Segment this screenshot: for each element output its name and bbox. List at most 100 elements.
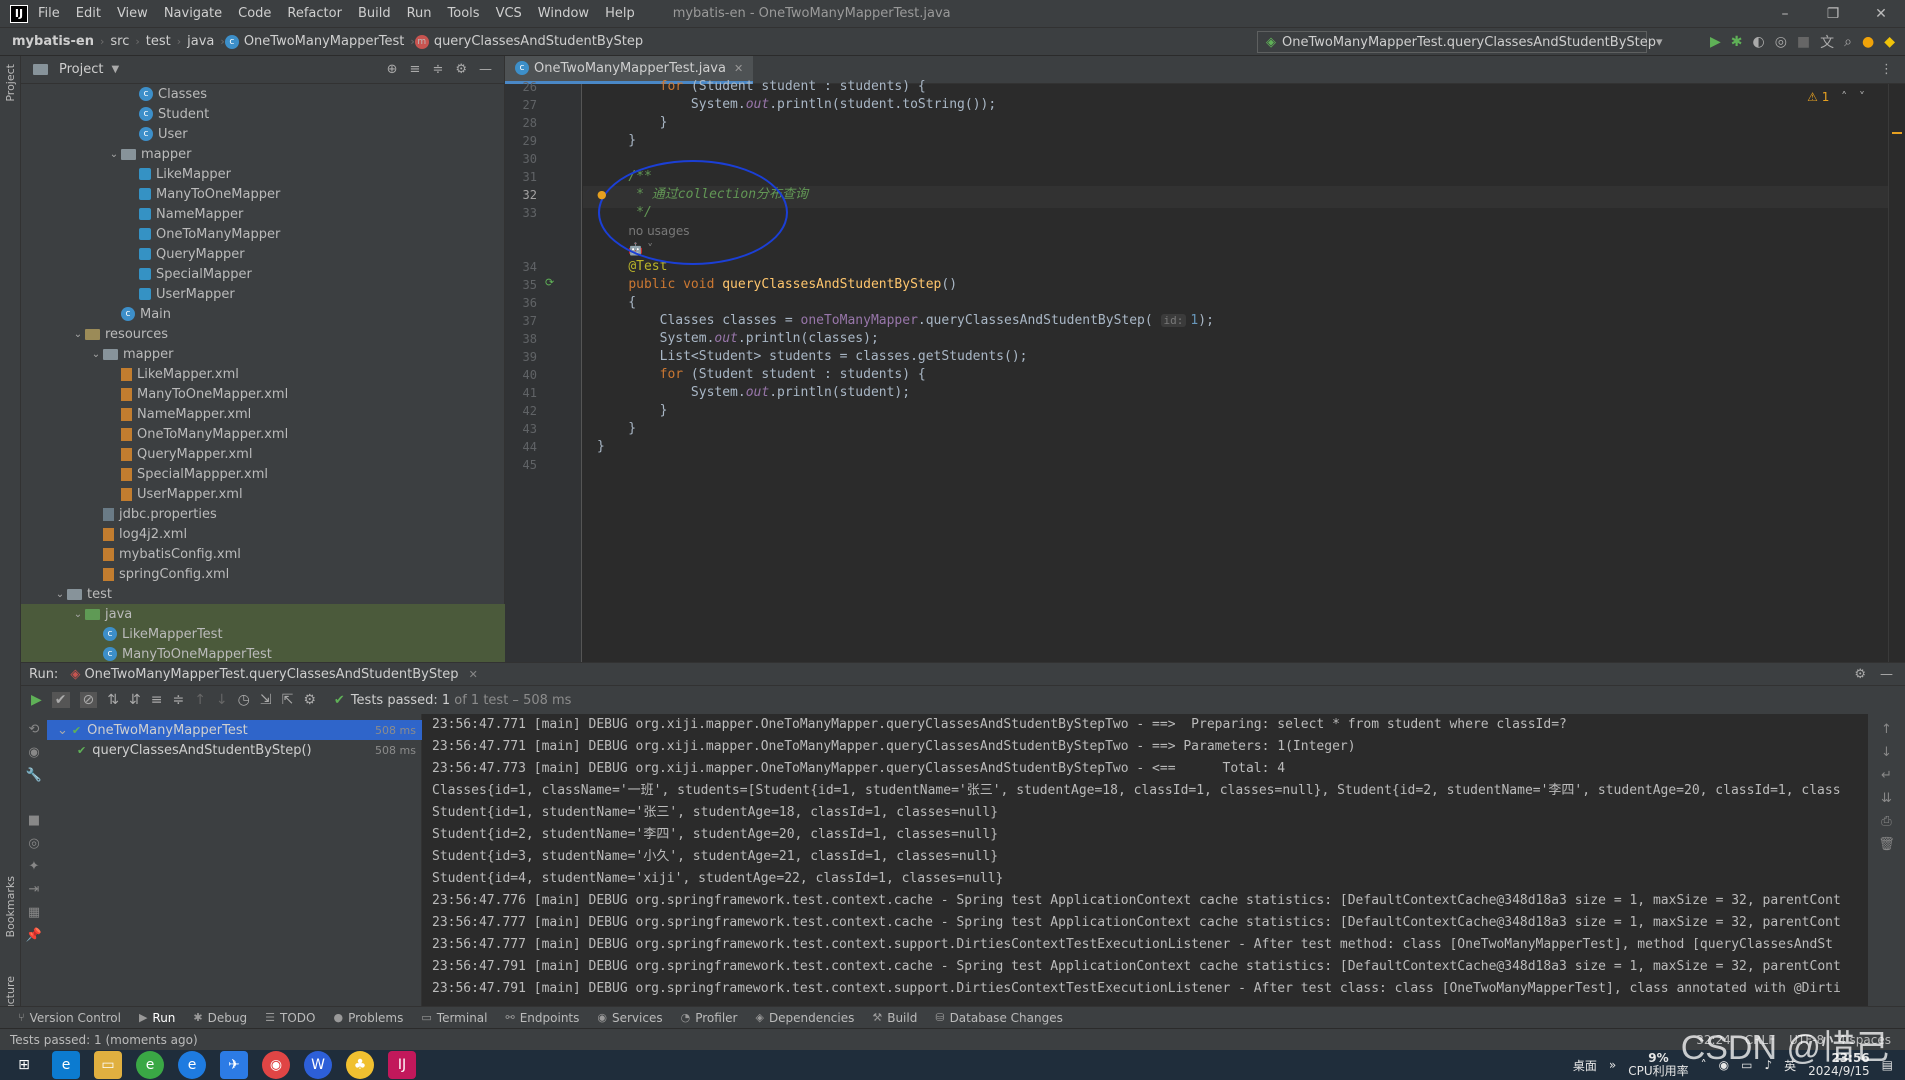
project-tree-item[interactable]: LikeMapper.xml: [21, 364, 505, 384]
layout-icon[interactable]: ▦: [21, 905, 47, 920]
run-configuration-select[interactable]: ◈ OneTwoManyMapperTest.queryClassesAndSt…: [1257, 31, 1663, 53]
scroll-to-end-icon[interactable]: ⇊: [1868, 791, 1905, 806]
project-panel-title[interactable]: Project: [59, 62, 103, 77]
debug-icon[interactable]: ✱: [1731, 34, 1743, 50]
project-tree-item[interactable]: OneToManyMapper.xml: [21, 424, 505, 444]
menu-view[interactable]: View: [117, 6, 148, 21]
test-result-item[interactable]: ✔ queryClassesAndStudentByStep() 508 ms: [47, 740, 422, 760]
exit-icon[interactable]: ⇥: [21, 882, 47, 897]
show-ignored-icon[interactable]: ⊘: [79, 692, 98, 708]
hide-icon[interactable]: —: [479, 62, 492, 77]
stop-icon[interactable]: ■: [1797, 34, 1810, 50]
project-stripe-button[interactable]: Project: [4, 64, 17, 102]
collapse-all-icon[interactable]: ≑: [172, 692, 184, 708]
stop-icon[interactable]: ■: [21, 813, 47, 828]
project-tree-item[interactable]: c User: [21, 124, 505, 144]
project-tree-item[interactable]: LikeMapper: [21, 164, 505, 184]
warning-marker[interactable]: [1892, 132, 1902, 134]
sort-alpha-icon[interactable]: ⇅: [107, 692, 119, 708]
tool-window-database-changes[interactable]: ⛁ Database Changes: [935, 1011, 1063, 1025]
browser-green-icon[interactable]: e: [136, 1051, 164, 1079]
show-passed-icon[interactable]: ✔: [51, 692, 70, 708]
tool-window-build[interactable]: ⚒ Build: [872, 1011, 917, 1025]
close-tab-icon[interactable]: ✕: [469, 668, 478, 681]
tool-window-problems[interactable]: ● Problems: [333, 1011, 403, 1025]
project-tree-item[interactable]: c Student: [21, 104, 505, 124]
print-icon[interactable]: ⎙: [1868, 814, 1905, 829]
test-result-item[interactable]: ⌄ ✔ OneTwoManyMapperTest 508 ms: [47, 720, 422, 740]
toggle-icon[interactable]: ⟲: [21, 722, 47, 737]
editor-scrollbar[interactable]: [1888, 84, 1905, 662]
chevron-down-icon[interactable]: ⌄: [107, 149, 121, 160]
trash-icon[interactable]: 🗑: [1868, 837, 1905, 852]
chevron-down-icon[interactable]: ⌄: [53, 589, 67, 600]
history-icon[interactable]: ◷: [238, 692, 250, 708]
project-tree-item[interactable]: ⌄ mapper: [21, 344, 505, 364]
intellij-taskbar-icon[interactable]: IJ: [388, 1051, 416, 1079]
project-tree-item[interactable]: SpecialMapper: [21, 264, 505, 284]
run-tab[interactable]: ◈ OneTwoManyMapperTest.queryClassesAndSt…: [70, 667, 478, 682]
menu-edit[interactable]: Edit: [76, 6, 101, 21]
bookmarks-stripe-button[interactable]: Bookmarks: [4, 876, 17, 937]
run-test-gutter-icon[interactable]: ⟳: [545, 276, 554, 289]
menu-build[interactable]: Build: [358, 6, 391, 21]
wps-icon[interactable]: W: [304, 1051, 332, 1079]
project-tree-item[interactable]: ManyToOneMapper.xml: [21, 384, 505, 404]
menu-run[interactable]: Run: [407, 6, 432, 21]
chevron-up-icon[interactable]: ˄: [1841, 90, 1847, 104]
code-line[interactable]: public void queryClassesAndStudentByStep…: [583, 276, 957, 298]
minimize-icon[interactable]: –: [1761, 6, 1809, 22]
menu-tools[interactable]: Tools: [448, 6, 480, 21]
close-tab-icon[interactable]: ✕: [734, 62, 743, 75]
camera-icon[interactable]: ◎: [21, 836, 47, 851]
breadcrumb-java[interactable]: java: [187, 34, 214, 49]
clean-icon[interactable]: ✦: [21, 859, 47, 874]
coverage-icon[interactable]: ◐: [1752, 34, 1764, 50]
project-tree-item[interactable]: log4j2.xml: [21, 524, 505, 544]
maximize-icon[interactable]: ❐: [1809, 6, 1857, 22]
project-tree-item[interactable]: QueryMapper.xml: [21, 444, 505, 464]
breadcrumb-method[interactable]: queryClassesAndStudentByStep: [434, 34, 643, 49]
project-tree-item[interactable]: c Classes: [21, 84, 505, 104]
expand-all-icon[interactable]: ≡: [151, 692, 163, 708]
tool-window-debug[interactable]: ✱ Debug: [193, 1011, 247, 1025]
notifications-icon[interactable]: ◆: [1884, 34, 1895, 50]
intention-bulb-icon[interactable]: ●: [597, 188, 607, 201]
collapse-all-icon[interactable]: ≑: [432, 62, 443, 77]
profile-icon[interactable]: ◎: [1775, 34, 1787, 50]
chevron-down-icon[interactable]: ⌄: [71, 609, 85, 620]
tool-window-terminal[interactable]: ▭ Terminal: [421, 1011, 487, 1025]
tool-window-run[interactable]: ▶ Run: [139, 1011, 175, 1025]
rerun-icon[interactable]: ▶: [31, 692, 42, 708]
wrench-icon[interactable]: 🔧: [21, 768, 47, 783]
project-tree-item[interactable]: c ManyToOneMapperTest: [21, 644, 505, 664]
project-tree-item[interactable]: jdbc.properties: [21, 504, 505, 524]
file-explorer-icon[interactable]: ▭: [94, 1051, 122, 1079]
project-tree-item[interactable]: UserMapper.xml: [21, 484, 505, 504]
breadcrumb-src[interactable]: src: [110, 34, 129, 49]
gear-icon[interactable]: ⚙: [1854, 667, 1866, 682]
warning-indicator[interactable]: ⚠ 1 ˄ ˅: [1807, 90, 1865, 104]
project-tree-item[interactable]: UserMapper: [21, 284, 505, 304]
menu-vcs[interactable]: VCS: [496, 6, 522, 21]
menu-code[interactable]: Code: [238, 6, 271, 21]
soft-wrap-icon[interactable]: ↵: [1868, 768, 1905, 783]
project-tree-item[interactable]: SpecialMappper.xml: [21, 464, 505, 484]
project-tree-item[interactable]: mybatisConfig.xml: [21, 544, 505, 564]
run-icon[interactable]: ▶: [1710, 34, 1721, 50]
status-message[interactable]: Tests passed: 1 (moments ago): [10, 1033, 198, 1047]
console-output[interactable]: 23:56:47.771 [main] DEBUG org.xiji.mappe…: [422, 714, 1868, 1006]
previous-icon[interactable]: ↑: [194, 692, 206, 708]
scroll-up-icon[interactable]: ↑: [1868, 722, 1905, 737]
chevron-down-icon[interactable]: ⌄: [57, 723, 68, 738]
menu-refactor[interactable]: Refactor: [287, 6, 342, 21]
project-tree-item[interactable]: OneToManyMapper: [21, 224, 505, 244]
breadcrumb-test[interactable]: test: [146, 34, 171, 49]
scroll-down-icon[interactable]: ↓: [1868, 745, 1905, 760]
tool-window-endpoints[interactable]: ⚯ Endpoints: [506, 1011, 580, 1025]
project-tree-item[interactable]: QueryMapper: [21, 244, 505, 264]
menu-file[interactable]: File: [38, 6, 60, 21]
menu-navigate[interactable]: Navigate: [164, 6, 222, 21]
more-icon[interactable]: ⋮: [1880, 62, 1893, 77]
project-tree-item[interactable]: ⌄ test: [21, 584, 505, 604]
